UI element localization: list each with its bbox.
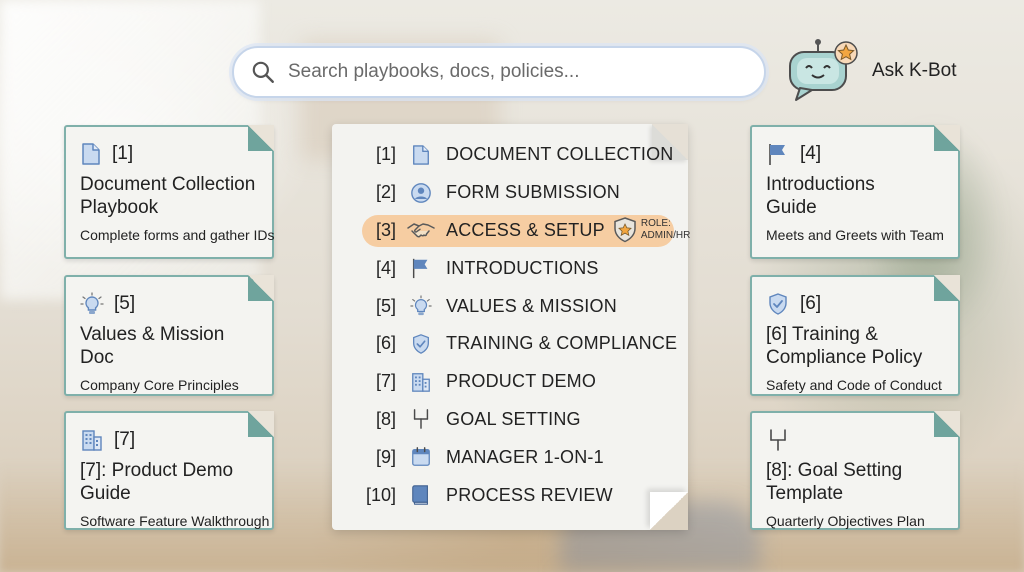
search-icon [252,61,274,83]
step-label: PROCESS REVIEW [446,484,613,505]
card-number: [1] [112,143,134,164]
step-introductions[interactable]: [4] INTRODUCTIONS [362,249,682,287]
card-title: [6] Training & Compliance Policy [766,324,923,368]
step-index: [3] [375,219,396,240]
step-index: [5] [375,295,396,316]
step-index: [4] [375,257,396,278]
step-index: [7] [375,371,396,392]
user-icon [411,182,431,203]
flag-icon [412,259,428,279]
card-subtitle: Safety and Code of Conduct [766,377,942,393]
step-label: TRAINING & COMPLIANCE [446,333,678,354]
step-label: GOAL SETTING [446,408,581,429]
document-icon [413,145,429,165]
step-index: [6] [375,333,396,354]
search-input[interactable] [288,61,728,83]
step-label: FORM SUBMISSION [446,182,621,203]
robot-icon [789,39,858,101]
card-title: Introductions Guide [766,174,875,218]
card-training-compliance-policy[interactable]: [6] [6] Training & Compliance Policy Safe… [750,275,960,396]
goalpost-icon [770,429,786,451]
calendar-icon [412,447,430,467]
ask-kbot-button[interactable]: Ask K-Bot [786,38,956,104]
goalpost-icon [413,409,429,430]
step-goal-setting[interactable]: [8] GOAL SETTING [362,401,682,439]
card-introductions-guide[interactable]: [4] Introductions Guide Meets and Greets … [750,125,960,259]
step-index: [1] [375,144,396,165]
step-process-review[interactable]: [10] PROCESS REVIEW [362,476,682,514]
document-icon [82,143,100,165]
building-icon [412,372,430,392]
card-goal-setting-template[interactable]: [8]: Goal Setting Template Quarterly Obje… [750,411,960,530]
step-form-submission[interactable]: [2] FORM SUBMISSION [362,174,682,212]
card-title: [7]: Product Demo Guide [80,460,234,504]
role-text: ROLE: ADMIN/HR [640,218,691,242]
card-subtitle: Company Core Principles [80,377,239,393]
shield-icon [413,334,429,354]
card-title: Values & Mission Doc [80,324,225,368]
lightbulb-icon [80,292,104,314]
search-bar[interactable] [232,46,766,98]
step-index: [8] [375,408,396,429]
step-manager-1-on-1[interactable]: [9] MANAGER 1-ON-1 [362,438,682,476]
step-label: VALUES & MISSION [446,295,617,316]
step-document-collection[interactable]: [1] DOCUMENT COLLECTION [362,136,682,174]
card-number: [7] [114,429,136,450]
role-badge: ROLE: ADMIN/HR [613,217,690,243]
card-number: [4] [800,143,822,164]
handshake-icon [407,223,435,238]
card-subtitle: Software Feature Walkthrough [80,513,270,529]
step-training-compliance[interactable]: [6] TRAINING & COMPLIANCE [362,325,682,363]
shield-icon [769,293,787,315]
book-icon [412,485,428,505]
card-subtitle: Complete forms and gather IDs [80,227,275,243]
step-product-demo[interactable]: [7] PRODUCT DEMO [362,363,682,401]
step-label: PRODUCT DEMO [446,371,597,392]
card-subtitle: Quarterly Objectives Plan [766,513,925,529]
step-index: [10] [365,484,396,505]
flag-icon [769,144,785,165]
step-label: MANAGER 1-ON-1 [446,446,604,467]
card-values-mission-doc[interactable]: [5] Values & Mission Doc Company Core Pri… [64,275,274,396]
building-icon [82,430,102,451]
step-label: INTRODUCTIONS [446,257,599,278]
lightbulb-icon [410,295,432,316]
step-label: ACCESS & SETUP [446,219,605,240]
card-number: [5] [114,293,136,314]
card-title: [8]: Goal Setting Template [766,460,903,504]
step-values-mission[interactable]: [5] VALUES & MISSION [362,287,682,325]
card-title: Document Collection Playbook [80,174,256,218]
process-steps-list: [1] DOCUMENT COLLECTION [2] FORM SUBMISS… [362,136,690,514]
card-product-demo-guide[interactable]: [7] [7]: Product Demo Guide Software Feat… [64,411,274,530]
step-index: [9] [375,446,396,467]
card-number: [6] [800,293,822,314]
card-document-collection-playbook[interactable]: [1] Document Collection Playbook Complete… [64,125,275,259]
ask-kbot-label: Ask K-Bot [872,60,957,81]
step-access-setup[interactable]: [3] ACCESS & SETUP ROLE: ADMIN/HR [362,212,690,250]
shield-star-icon [614,217,636,243]
process-steps-panel: [1] DOCUMENT COLLECTION [2] FORM SUBMISS… [332,124,690,530]
step-label: DOCUMENT COLLECTION [446,144,674,165]
card-subtitle: Meets and Greets with Team [766,227,944,243]
step-index: [2] [375,182,396,203]
